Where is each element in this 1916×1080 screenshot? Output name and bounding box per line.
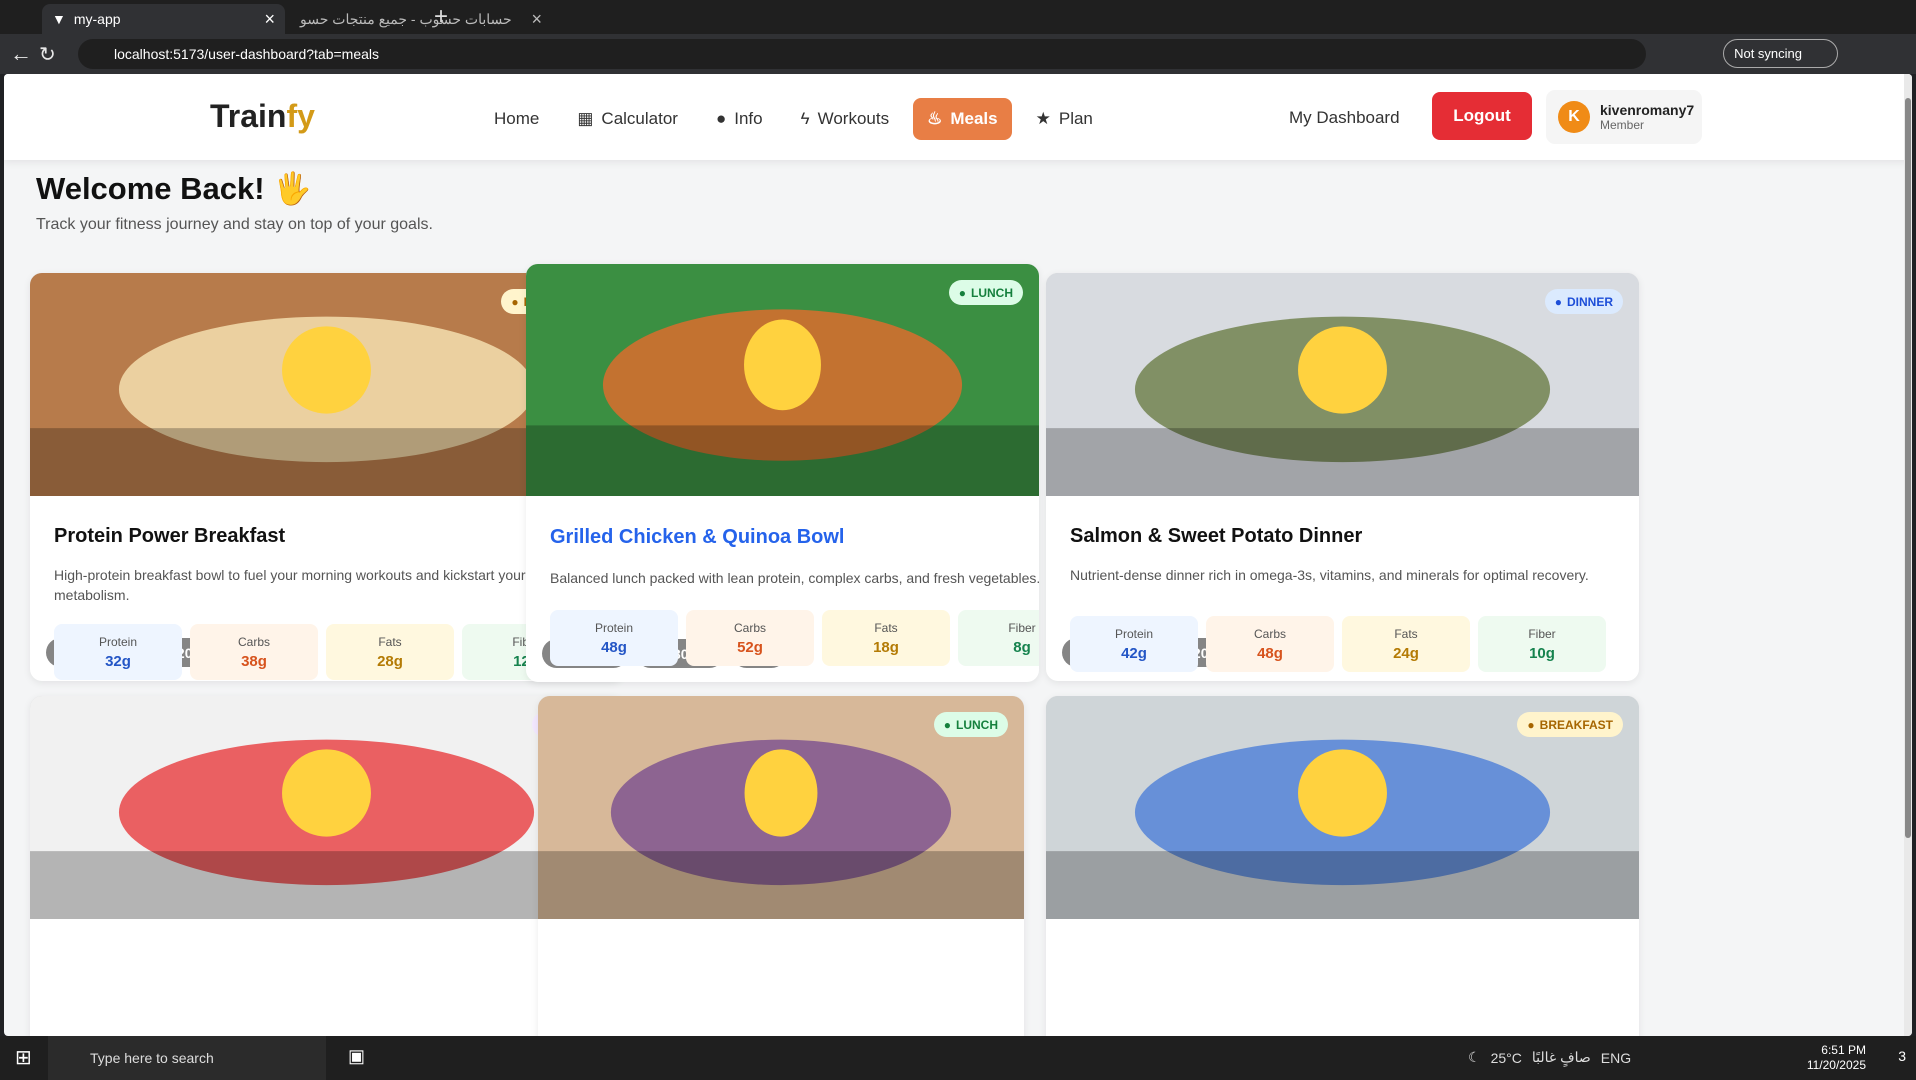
fats-box: Fats 24g [1342, 616, 1470, 672]
meal-category-badge: ● LUNCH [933, 712, 1008, 737]
category-icon: ● [511, 294, 519, 309]
fiber-box: Fiber 10g [1478, 616, 1606, 672]
category-icon: ● [1527, 717, 1535, 732]
category-icon: ● [1554, 294, 1562, 309]
browser-toolbar: ← ↻ localhost:5173/user-dashboard?tab=me… [0, 34, 1916, 74]
site-header: Trainfy Home ▦ Calculator ● Info ϟ Workouts… [4, 74, 1912, 160]
carbs-box: Carbs 52g [686, 610, 814, 666]
nutrition-facts: Protein 42g Carbs 48g Fats 24g Fiber 10g [1070, 616, 1606, 672]
taskbar-search[interactable]: Type here to search [48, 1036, 326, 1080]
bolt-icon: ϟ [800, 109, 810, 128]
task-view-icon[interactable]: ▣ [348, 1046, 365, 1067]
protein-box: Protein 48g [550, 610, 678, 666]
nav-home[interactable]: Home [480, 98, 553, 140]
close-tab-icon[interactable]: × [531, 9, 542, 30]
clock[interactable]: 6:51 PM 11/20/2025 [1807, 1043, 1866, 1073]
nutrition-facts: Protein32g Carbs38g Fats28g Fiber12g [54, 624, 590, 680]
category-icon: ● [943, 717, 951, 732]
meal-category-badge: ● DINNER [1544, 289, 1623, 314]
chef-hat-icon: ♨ [927, 109, 943, 128]
main-navigation: Home ▦ Calculator ● Info ϟ Workouts ♨ Meals … [480, 98, 1107, 140]
windows-taskbar: ⊞ Type here to search ▣ ☾ 25°C صافٍ غالبًا… [0, 1036, 1916, 1080]
category-icon: ● [958, 285, 966, 300]
browser-tab-strip: ▼ my-app × حسابات حسوب - جميع منتجات حسو × … [0, 0, 1916, 34]
avatar: K [1558, 101, 1590, 133]
star-icon: ★ [1035, 109, 1051, 128]
fiber-box: Fiber 8g [958, 610, 1039, 666]
sync-button[interactable]: Not syncing [1723, 39, 1838, 68]
protein-box: Protein 42g [1070, 616, 1198, 672]
notifications-icon[interactable]: 3 [1898, 1048, 1906, 1064]
meal-card[interactable]: ●BREAKFAST ◷5 min♨380 cal👥1 [1046, 696, 1639, 1036]
nav-info[interactable]: ● Info [702, 98, 777, 140]
meal-title[interactable]: Salmon & Sweet Potato Dinner [1070, 525, 1362, 548]
meal-card[interactable]: ●LUNCH ◷30 min♨580 cal👥1Grilled Chicken … [526, 264, 1039, 682]
protein-box: Protein 32g [54, 624, 182, 680]
fats-box: Fats 28g [326, 624, 454, 680]
nutrition-facts: Protein 48g Carbs 52g Fats 18g Fiber 8g [550, 610, 1039, 666]
weather-icon: ☾ [1468, 1049, 1481, 1065]
meal-category-badge: ● LUNCH [948, 280, 1023, 305]
carbs-box: Carbs 48g [1206, 616, 1334, 672]
refresh-icon[interactable]: ↻ [39, 42, 56, 67]
system-tray: ☾ 25°C صافٍ غالبًا ENG [1468, 1049, 1632, 1066]
new-tab-icon[interactable]: + [434, 3, 448, 31]
nav-meals[interactable]: ♨ Meals [913, 98, 1012, 140]
nav-plan[interactable]: ★ Plan [1022, 98, 1107, 140]
user-profile-card[interactable]: Kkivenromany7 Member [1546, 90, 1702, 144]
trainfy-page: Trainfy Home ▦ Calculator ● Info ϟ Workouts… [4, 74, 1912, 1036]
tab-hsoub[interactable]: حسابات حسوب - جميع منتجات حسو × [290, 4, 552, 34]
nav-calculator[interactable]: ▦ Calculator [563, 98, 692, 140]
carbs-box: Carbs 38g [190, 624, 318, 680]
meal-category-badge: ●BREAKFAST [1517, 712, 1623, 737]
meal-title[interactable]: Protein Power Breakfast [54, 525, 285, 548]
site-logo[interactable]: Trainfy [210, 98, 315, 135]
address-bar[interactable]: localhost:5173/user-dashboard?tab=meals [78, 39, 1646, 69]
meal-title[interactable]: Grilled Chicken & Quinoa Bowl [550, 526, 844, 549]
user-icon: ● [715, 109, 727, 128]
scrollbar-thumb[interactable] [1905, 98, 1911, 838]
fats-box: Fats 18g [822, 610, 950, 666]
meal-description: Nutrient-dense dinner rich in omega-3s, … [1070, 567, 1589, 583]
calculator-icon: ▦ [577, 109, 594, 128]
close-tab-icon[interactable]: × [264, 9, 275, 30]
meal-description: Balanced lunch packed with lean protein,… [550, 570, 1039, 586]
my-dashboard-link[interactable]: My Dashboard [1289, 108, 1400, 128]
app-favicon-icon: ▼ [52, 11, 66, 27]
meal-card[interactable]: ●DINNER ◷35 min♨620 cal👥1Salmon & Sweet … [1046, 273, 1639, 681]
logout-button[interactable]: Logout [1432, 92, 1532, 140]
page-scrollbar[interactable] [1904, 74, 1912, 1036]
meal-description: High-protein breakfast bowl to fuel your… [54, 567, 526, 603]
back-icon[interactable]: ← [10, 41, 32, 67]
nav-workouts[interactable]: ϟ Workouts [787, 98, 904, 140]
page-title: Welcome Back! 🖐 [36, 171, 312, 206]
meal-card[interactable]: ●SNACK ◷5 min♨280 cal👥1 [30, 696, 623, 1036]
page-subtitle: Track your fitness journey and stay on t… [36, 216, 433, 233]
windows-start-icon[interactable]: ⊞ [15, 1045, 32, 1070]
meal-card[interactable]: ●LUNCH ◷10 min♨420 cal👥1 [538, 696, 1024, 1036]
tab-my-app[interactable]: ▼ my-app × [42, 4, 285, 34]
